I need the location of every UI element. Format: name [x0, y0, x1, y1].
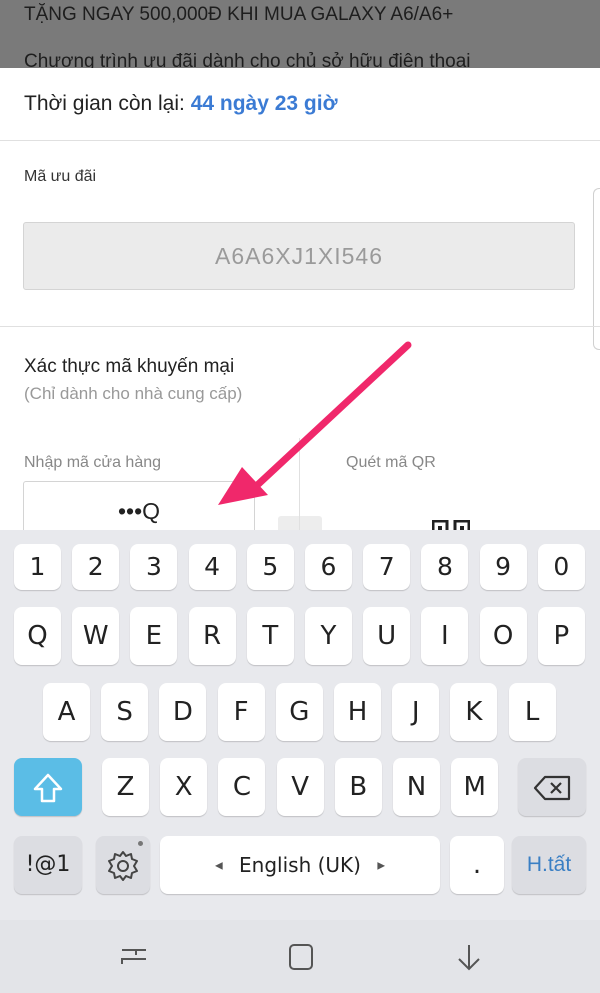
system-navigation-bar	[0, 920, 600, 993]
key-r[interactable]: R	[188, 607, 236, 665]
column-divider	[299, 438, 300, 530]
section-divider	[0, 326, 600, 327]
chevron-left-icon: ◀	[214, 860, 223, 872]
shift-key[interactable]	[14, 758, 82, 816]
chevron-right-icon: ▶	[377, 860, 386, 872]
key-t[interactable]: T	[246, 607, 294, 665]
keyboard: 1234567890 QWERTYUIOP ASDFGHJKL ZXCVBNM …	[0, 530, 600, 920]
confirm-button[interactable]	[278, 516, 322, 530]
key-d[interactable]: D	[159, 683, 207, 741]
space-bar[interactable]: ◀ English (UK) ▶	[160, 836, 440, 894]
recent-apps-icon[interactable]	[114, 942, 154, 972]
key-l[interactable]: L	[508, 683, 556, 741]
key-3[interactable]: 3	[130, 544, 178, 590]
home-icon[interactable]	[281, 942, 321, 972]
key-0[interactable]: 0	[537, 544, 585, 590]
key-4[interactable]: 4	[188, 544, 236, 590]
time-remaining-label: Thời gian còn lại:	[24, 92, 185, 115]
time-remaining-bar: Thời gian còn lại: 44 ngày 23 giờ	[0, 68, 600, 141]
promo-headline: TẶNG NGAY 500,000Đ KHI MUA GALAXY A6/A6+	[24, 4, 454, 25]
period-key[interactable]: .	[450, 836, 504, 894]
key-a[interactable]: A	[43, 683, 90, 741]
key-o[interactable]: O	[479, 607, 527, 665]
coupon-code-field: A6A6XJ1XI546	[23, 222, 575, 290]
key-w[interactable]: W	[72, 607, 120, 665]
key-9[interactable]: 9	[479, 544, 527, 590]
key-p[interactable]: P	[537, 607, 585, 665]
gear-icon	[106, 850, 140, 881]
done-key[interactable]: H.tất	[512, 836, 586, 894]
backspace-key[interactable]	[518, 758, 586, 816]
shift-up-arrow-icon	[33, 772, 63, 802]
coupon-sheet: Thời gian còn lại: 44 ngày 23 giờ Mã ưu …	[0, 68, 600, 530]
language-label: English (UK)	[239, 853, 361, 877]
key-1[interactable]: 1	[14, 544, 61, 590]
background-page: TẶNG NGAY 500,000Đ KHI MUA GALAXY A6/A6+…	[0, 0, 600, 70]
key-g[interactable]: G	[275, 683, 323, 741]
key-v[interactable]: V	[276, 758, 324, 816]
key-6[interactable]: 6	[305, 544, 352, 590]
key-x[interactable]: X	[160, 758, 208, 816]
back-icon[interactable]	[449, 942, 489, 972]
key-k[interactable]: K	[450, 683, 498, 741]
time-remaining-value: 44 ngày 23 giờ	[190, 92, 338, 115]
qr-code-icon[interactable]	[432, 520, 470, 530]
key-e[interactable]: E	[130, 607, 178, 665]
key-z[interactable]: Z	[102, 758, 149, 816]
symbols-key[interactable]: !@1	[14, 836, 82, 894]
key-n[interactable]: N	[393, 758, 440, 816]
key-u[interactable]: U	[363, 607, 411, 665]
key-h[interactable]: H	[334, 683, 381, 741]
key-f[interactable]: F	[217, 683, 265, 741]
verify-subtitle: (Chỉ dành cho nhà cung cấp)	[24, 384, 243, 403]
store-code-label: Nhập mã cửa hàng	[24, 454, 162, 471]
key-5[interactable]: 5	[246, 544, 294, 590]
key-y[interactable]: Y	[305, 607, 352, 665]
key-8[interactable]: 8	[421, 544, 469, 590]
scan-qr-label: Quét mã QR	[346, 454, 436, 471]
coupon-code-title: Mã ưu đãi	[24, 168, 97, 185]
key-q[interactable]: Q	[14, 607, 61, 665]
key-c[interactable]: C	[218, 758, 266, 816]
key-b[interactable]: B	[334, 758, 382, 816]
key-j[interactable]: J	[392, 683, 440, 741]
key-m[interactable]: M	[451, 758, 499, 816]
store-code-input[interactable]: •••Q	[23, 481, 255, 530]
backspace-icon	[533, 772, 571, 802]
settings-key[interactable]	[96, 836, 150, 894]
verify-title: Xác thực mã khuyến mại	[24, 356, 235, 377]
key-i[interactable]: I	[421, 607, 469, 665]
key-s[interactable]: S	[101, 683, 149, 741]
key-7[interactable]: 7	[363, 544, 411, 590]
key-2[interactable]: 2	[72, 544, 120, 590]
